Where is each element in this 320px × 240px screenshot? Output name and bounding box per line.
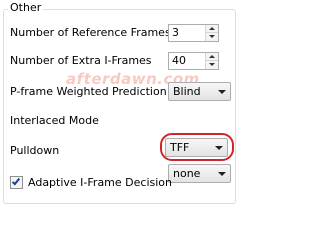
- dropdown-arrow-icon[interactable]: [218, 90, 226, 94]
- ref-frames-label: Number of Reference Frames: [10, 26, 171, 39]
- extra-iframes-label: Number of Extra I-Frames: [10, 54, 152, 67]
- spin-down-button[interactable]: [205, 61, 218, 69]
- extra-iframes-value[interactable]: 40: [172, 54, 186, 68]
- pframe-weighted-dropdown[interactable]: Blind: [168, 82, 231, 101]
- adaptive-iframe-checkbox[interactable]: [10, 176, 23, 189]
- adaptive-iframe-label[interactable]: Adaptive I-Frame Decision: [28, 176, 172, 190]
- spin-down-button[interactable]: [205, 33, 218, 41]
- spin-buttons: [205, 25, 218, 41]
- interlaced-mode-label: Interlaced Mode: [10, 114, 99, 127]
- pulldown-dropdown[interactable]: none: [168, 164, 231, 183]
- spin-up-icon: [209, 27, 215, 30]
- spin-up-button[interactable]: [205, 25, 218, 33]
- ref-frames-spinbox[interactable]: 3: [168, 24, 219, 42]
- spin-down-icon: [209, 35, 215, 38]
- extra-iframes-spinbox[interactable]: 40: [168, 52, 219, 70]
- group-title: Other: [8, 1, 44, 15]
- spin-up-icon: [209, 55, 215, 58]
- checkmark-icon: [11, 176, 21, 186]
- ref-frames-value[interactable]: 3: [172, 26, 179, 40]
- spin-buttons: [205, 53, 218, 69]
- pframe-weighted-value: Blind: [173, 85, 201, 98]
- spin-up-button[interactable]: [205, 53, 218, 61]
- pframe-weighted-label: P-frame Weighted Prediction: [10, 85, 167, 98]
- spin-down-icon: [209, 63, 215, 66]
- highlight-circle: [160, 133, 234, 161]
- pulldown-label: Pulldown: [10, 144, 60, 157]
- pulldown-value: none: [173, 167, 201, 180]
- dropdown-arrow-icon[interactable]: [218, 172, 226, 176]
